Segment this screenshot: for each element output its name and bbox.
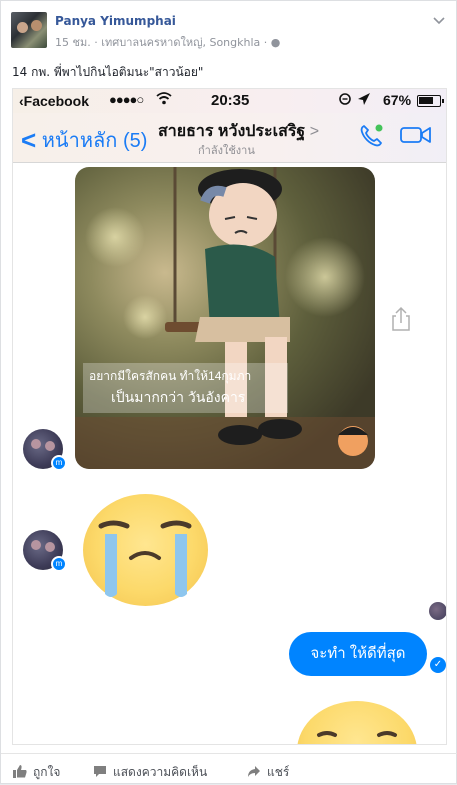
location-icon <box>338 92 372 109</box>
author-name[interactable]: Panya Yimumphai <box>55 14 176 28</box>
message-bubble[interactable]: จะทำ ให้ดีที่สุด <box>289 632 427 676</box>
comment-icon <box>94 766 106 777</box>
carrier-label: ‹Facebook <box>19 93 90 109</box>
read-receipt-avatar <box>429 602 446 620</box>
delivered-check-icon: ✓ <box>430 657 446 673</box>
post-actions: ถูกใจ แสดงความคิดเห็น แชร์ <box>1 753 457 785</box>
post-caption: 14 กพ. พี่พาไปกินไอติมนะ"สาวน้อย" <box>12 65 204 79</box>
battery-icon <box>417 95 444 107</box>
phone-call-icon[interactable] <box>357 122 385 150</box>
chevron-down-icon[interactable] <box>433 14 445 28</box>
like-label: ถูกใจ <box>33 765 61 779</box>
author-avatar[interactable] <box>11 12 47 48</box>
crying-emoji-sticker[interactable] <box>83 494 208 606</box>
battery-level: 67% <box>383 92 412 108</box>
chevron-right-icon: > <box>309 123 320 140</box>
video-call-icon[interactable] <box>399 123 433 147</box>
sticker-image[interactable]: อยากมีใครสักคน ทำให้14กุมภา เป็นมากกว่า … <box>75 167 375 469</box>
meta-separator: · <box>263 36 271 49</box>
chat-nav-bar: < หน้าหลัก (5) สายธาร หวังประเสริฐ > กำล… <box>13 113 446 163</box>
back-arrow-icon: < <box>21 125 37 155</box>
comment-button[interactable]: แสดงความคิดเห็น <box>93 763 207 782</box>
messenger-badge-icon: m <box>51 556 67 572</box>
post-time[interactable]: 15 ชม. <box>55 36 91 49</box>
ios-status-bar: ‹Facebook ●●●●○ 20:35 67% <box>13 89 446 113</box>
back-label: หน้าหลัก (5) <box>41 130 148 152</box>
clock: 20:35 <box>211 92 250 109</box>
post-location[interactable]: เทศบาลนครหาดใหญ่, Songkhla <box>101 36 260 49</box>
comment-label: แสดงความคิดเห็น <box>113 765 208 779</box>
sticker-text-line2: เป็นมากกว่า วันอังคาร <box>111 389 246 405</box>
emoji-sticker-partial[interactable] <box>297 701 417 744</box>
share-arrow-icon <box>248 766 260 777</box>
globe-icon: ● <box>270 36 281 49</box>
share-label: แชร์ <box>267 765 290 779</box>
share-button[interactable]: แชร์ <box>247 763 289 782</box>
sticker-text-line1: อยากมีใครสักคน ทำให้14กุมภา <box>89 369 252 383</box>
like-button[interactable]: ถูกใจ <box>13 763 60 782</box>
post-meta: 15 ชม. · เทศบาลนครหาดใหญ่, Songkhla · ● <box>55 33 280 51</box>
wifi-icon <box>156 91 172 108</box>
contact-status: กำลังใช้งาน <box>198 145 255 157</box>
messenger-screenshot[interactable]: ‹Facebook ●●●●○ 20:35 67% < หน้าหลัก (5)… <box>12 88 447 745</box>
back-button[interactable]: < หน้าหลัก (5) <box>21 123 147 156</box>
signal-icon: ●●●●○ <box>109 92 144 107</box>
post-header: Panya Yimumphai 15 ชม. · เทศบาลนครหาดใหญ… <box>11 12 451 52</box>
messenger-badge-icon: m <box>51 455 67 471</box>
thumbs-up-icon <box>13 765 27 778</box>
feed-post: Panya Yimumphai 15 ชม. · เทศบาลนครหาดใหญ… <box>0 0 457 784</box>
share-icon[interactable] <box>389 306 413 332</box>
